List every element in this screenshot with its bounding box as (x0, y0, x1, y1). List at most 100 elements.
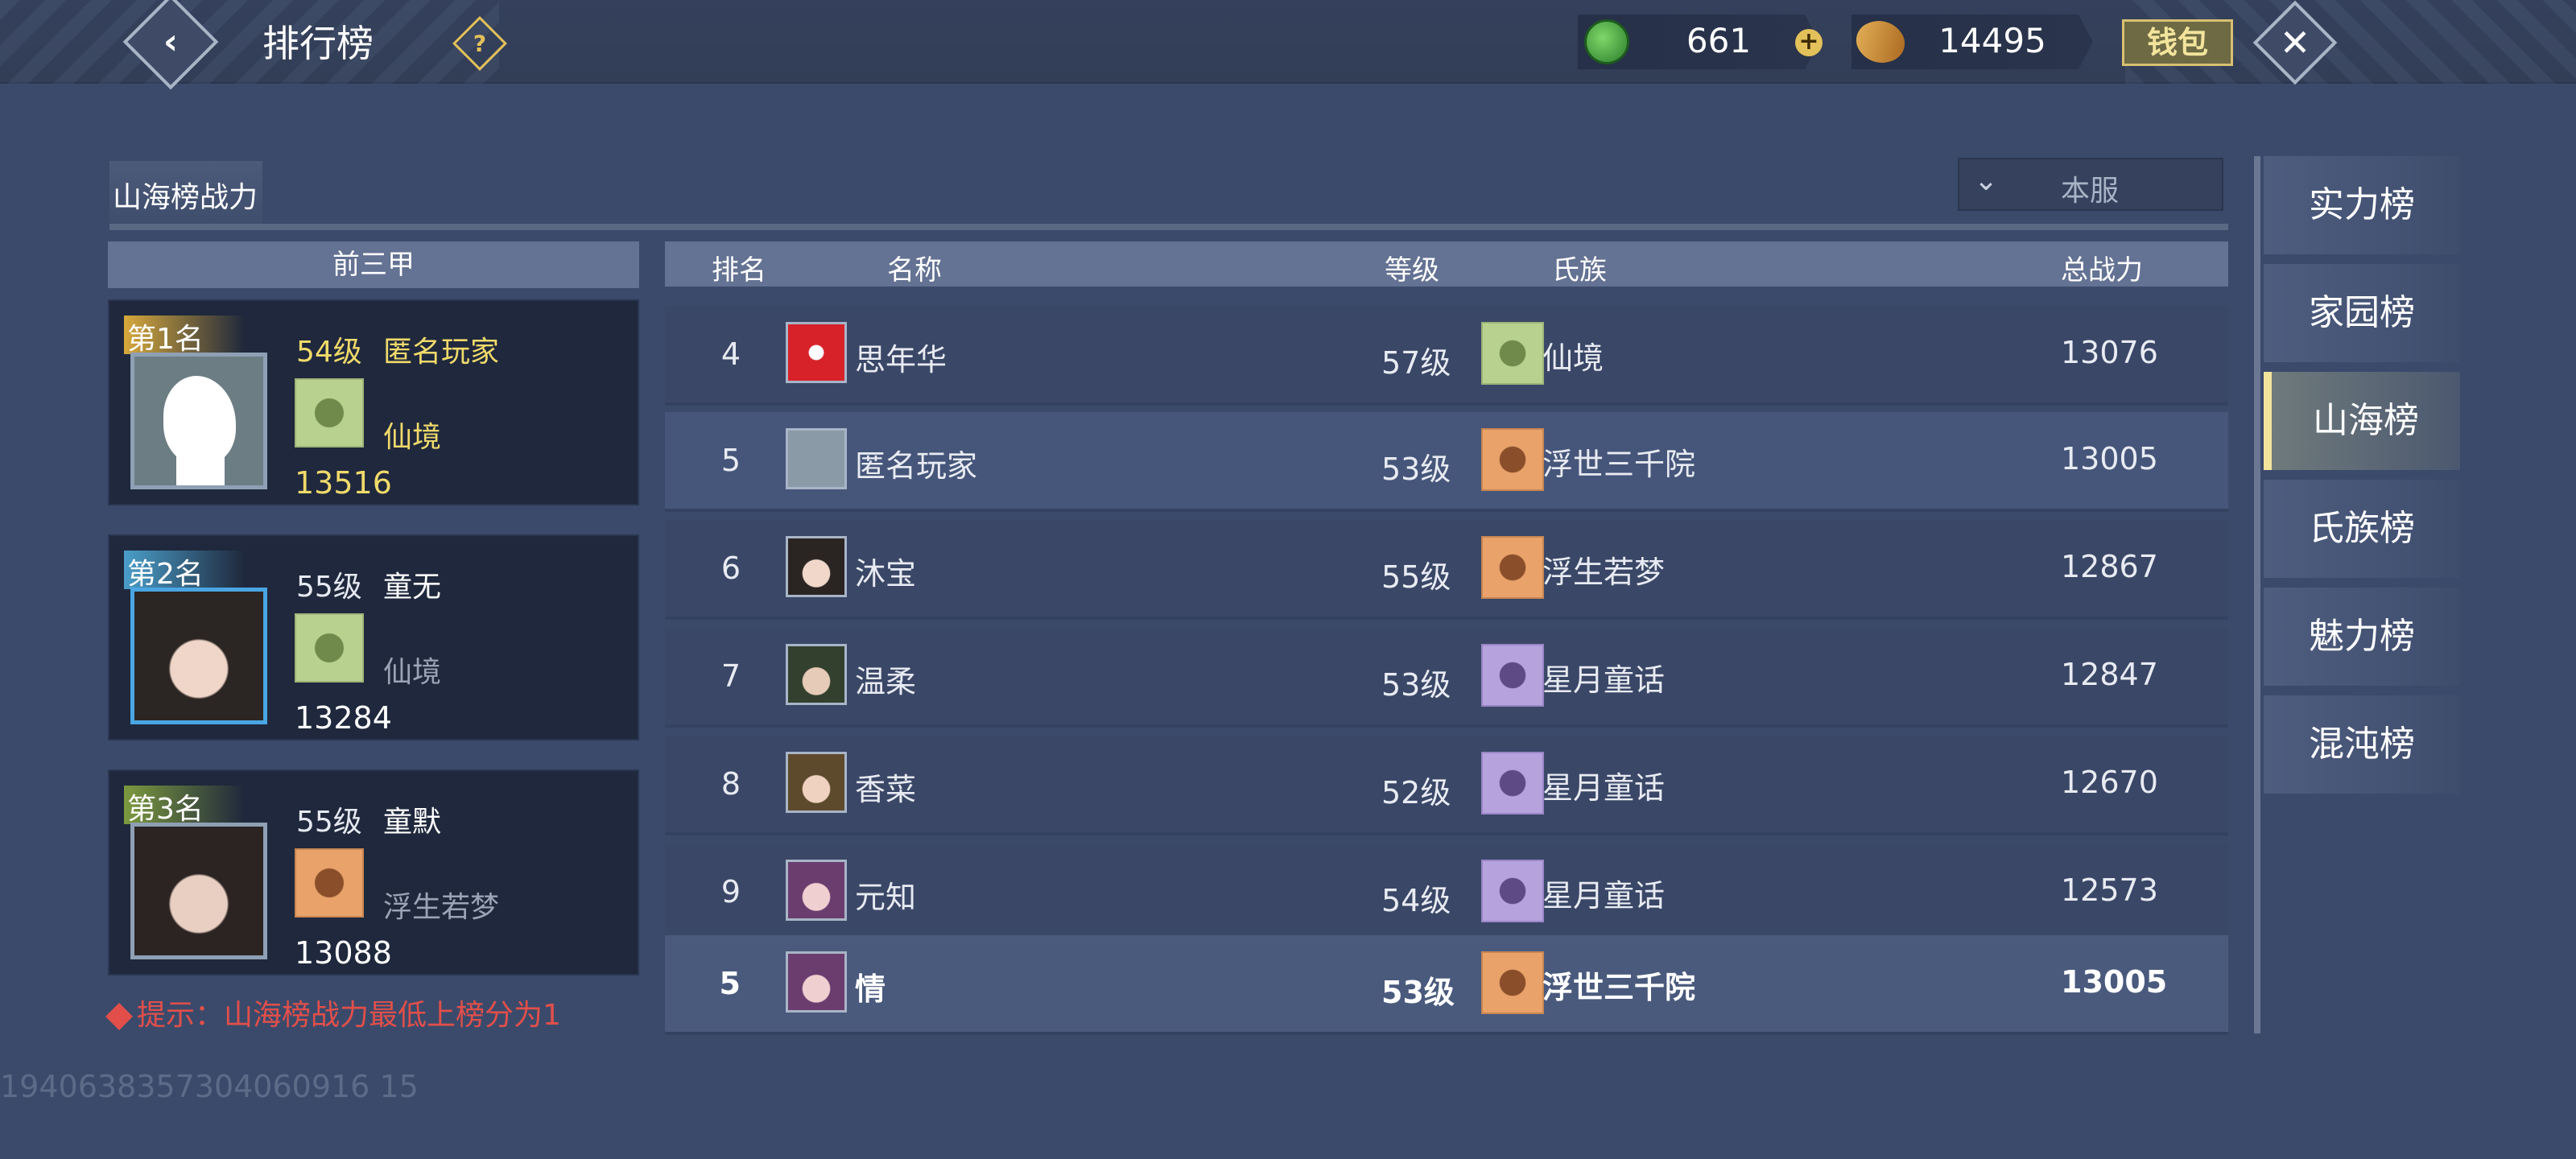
jade-currency: 661 (1578, 14, 1819, 69)
row-name: 元知 (855, 880, 917, 915)
header-power: 总战力 (2061, 254, 2143, 287)
row-clan: 浮世三千院 (1542, 970, 1696, 1005)
top3-card-2[interactable]: 第2名 55级 童无 仙境 13284 (108, 534, 639, 740)
avatar (786, 752, 847, 813)
warning-icon (105, 1003, 133, 1030)
row-level: 52级 (1381, 775, 1451, 810)
row-clan: 浮世三千院 (1542, 447, 1696, 482)
row-name: 香菜 (855, 772, 917, 807)
clan-emblem-icon (1481, 536, 1544, 599)
avatar (786, 951, 847, 1013)
table-row[interactable]: 9 元知 54级 星月童话 12573 (665, 843, 2228, 943)
my-rank-row[interactable]: 5 情 53级 浮世三千院 13005 (665, 935, 2228, 1035)
row-rank: 8 (720, 766, 741, 802)
row-name: 沐宝 (855, 556, 917, 592)
clan-emblem-icon (1481, 860, 1544, 922)
table-row[interactable]: 8 香菜 52级 星月童话 12670 (665, 736, 2228, 835)
top3-card-1[interactable]: 第1名 54级 匿名玩家 仙境 13516 (108, 299, 639, 505)
row-rank: 5 (719, 966, 741, 1001)
avatar (786, 536, 847, 597)
row-level: 53级 (1381, 667, 1451, 703)
row-power: 12573 (2061, 872, 2158, 908)
row-rank: 4 (720, 336, 741, 372)
avatar (786, 322, 847, 383)
add-currency-button[interactable]: + (1795, 29, 1823, 56)
row-power: 12670 (2061, 765, 2158, 800)
rank-badge: 第2名 (124, 551, 245, 591)
nav-item-homestead[interactable]: 家园榜 (2264, 264, 2460, 362)
row-level: 57级 (1381, 345, 1451, 381)
jade-amount: 661 (1686, 21, 1752, 60)
row-power: 13076 (2061, 335, 2158, 370)
rank-badge: 第1名 (124, 316, 245, 356)
page-title: 排行榜 (262, 22, 374, 65)
row-power: 13005 (2061, 964, 2168, 1000)
server-filter-dropdown[interactable]: ⌄ 本服 (1958, 158, 2223, 211)
nav-item-shanhai[interactable]: 山海榜 (2264, 372, 2460, 470)
row-level: 53级 (1381, 452, 1451, 487)
avatar (786, 644, 847, 705)
power-value: 13088 (295, 935, 392, 971)
row-clan: 浮生若梦 (1542, 555, 1666, 590)
back-icon: ‹ (163, 21, 179, 63)
rank-badge: 第3名 (124, 786, 245, 826)
clan-emblem-icon (1481, 322, 1544, 385)
row-rank: 6 (720, 551, 741, 586)
table-row[interactable]: 5 匿名玩家 53级 浮世三千院 13005 (665, 412, 2228, 512)
nav-item-charm[interactable]: 魅力榜 (2264, 588, 2460, 686)
power-value: 13284 (295, 700, 392, 736)
header-clan: 氏族 (1552, 254, 1607, 287)
power-value: 13516 (295, 465, 392, 501)
row-clan: 星月童话 (1542, 662, 1666, 698)
hint-message: 提示：山海榜战力最低上榜分为1 (137, 999, 561, 1032)
row-level: 53级 (1381, 975, 1455, 1010)
row-rank: 9 (720, 874, 741, 909)
divider (109, 224, 2228, 230)
clan-name: 仙境 (383, 421, 442, 454)
row-name: 匿名玩家 (855, 448, 978, 484)
clan-name: 浮生若梦 (383, 891, 500, 924)
user-id: 1940638357304060916 15 (0, 1069, 419, 1104)
nav-item-chaos[interactable]: 混沌榜 (2264, 695, 2460, 794)
table-row[interactable]: 4 思年华 57级 仙境 13076 (665, 306, 2228, 406)
row-power: 12867 (2061, 549, 2158, 584)
nav-item-strength[interactable]: 实力榜 (2264, 156, 2460, 254)
avatar (786, 860, 847, 921)
wallet-button[interactable]: 钱包 (2122, 19, 2233, 66)
clan-emblem-icon (1481, 644, 1544, 707)
avatar (130, 823, 267, 959)
clan-emblem-icon (1481, 951, 1544, 1014)
top3-card-3[interactable]: 第3名 55级 童默 浮生若梦 13088 (108, 769, 639, 975)
row-power: 12847 (2061, 657, 2158, 692)
clan-name: 仙境 (383, 656, 442, 689)
table-header: 排名 名称 等级 氏族 总战力 (665, 241, 2228, 287)
scrollbar[interactable] (2254, 156, 2260, 1033)
row-name: 温柔 (855, 664, 917, 699)
header-name: 名称 (887, 254, 942, 287)
row-name: 情 (855, 971, 886, 1007)
close-icon: ✕ (2279, 21, 2311, 64)
row-clan: 仙境 (1542, 340, 1604, 376)
avatar (786, 428, 847, 489)
row-rank: 7 (720, 658, 741, 694)
tab-shanhai-power[interactable]: 山海榜战力 (109, 161, 262, 230)
row-level: 55级 (1381, 559, 1451, 595)
hint-text: 提示：山海榜战力最低上榜分为1 (105, 992, 561, 1033)
nav-item-clan[interactable]: 氏族榜 (2264, 480, 2460, 578)
row-name: 思年华 (855, 342, 947, 377)
player-name: 匿名玩家 (383, 336, 500, 369)
coin-currency: 14495 (1852, 14, 2093, 69)
row-power: 13005 (2061, 441, 2158, 476)
row-level: 54级 (1381, 883, 1451, 918)
clan-emblem-icon (295, 378, 364, 448)
table-row[interactable]: 7 温柔 53级 星月童话 12847 (665, 628, 2228, 728)
table-row[interactable]: 6 沐宝 55级 浮生若梦 12867 (665, 520, 2228, 620)
top-bar-ornament-left (0, 0, 499, 84)
header-rank: 排名 (712, 254, 766, 287)
coin-amount: 14495 (1938, 21, 2046, 60)
row-clan: 星月童话 (1542, 770, 1666, 806)
row-rank: 5 (720, 443, 741, 478)
clan-emblem-icon (1481, 428, 1544, 491)
header-level: 等级 (1385, 254, 1439, 287)
jade-icon (1584, 19, 1629, 64)
